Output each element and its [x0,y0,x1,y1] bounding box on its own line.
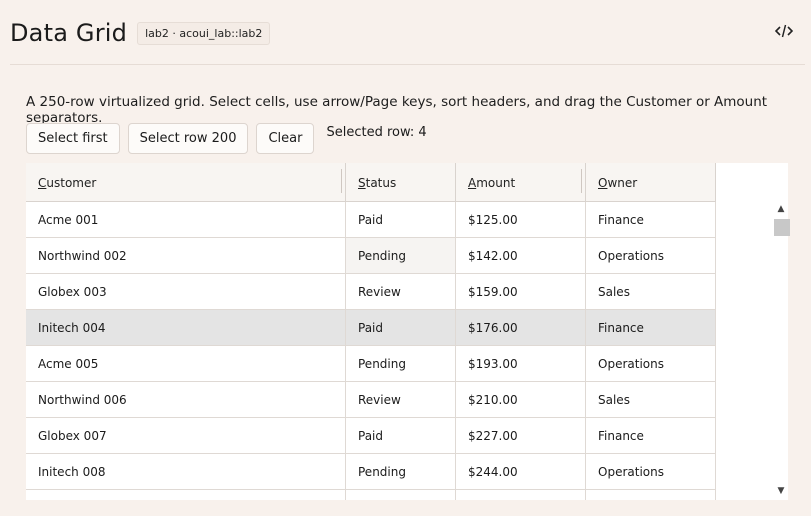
cell-status[interactable]: Review [346,382,456,417]
view-source-button[interactable] [773,20,795,42]
header-divider [10,64,805,65]
cell-status[interactable]: Pending [346,238,456,273]
lab-badge: lab2 · acoui_lab::lab2 [137,21,271,45]
table-row[interactable]: Globex 003 Review $159.00 Sales [26,274,716,310]
page-header: Data Grid lab2 · acoui_lab::lab2 [10,14,805,52]
cell-amount[interactable]: $244.00 [456,454,586,489]
cell-owner[interactable]: Finance [586,202,716,237]
scroll-down-arrow[interactable]: ▼ [772,486,790,498]
grid-scrollbar[interactable]: ▲ ▼ [772,200,790,500]
cell-owner[interactable]: Operations [586,346,716,381]
page-title: Data Grid [10,19,128,47]
cell-customer[interactable] [26,490,346,500]
select-row-200-button[interactable]: Select row 200 [127,123,249,154]
scrollbar-thumb[interactable] [774,219,790,236]
grid-body: Acme 001 Paid $125.00 Finance Northwind 002 P… [26,202,716,500]
cell-customer[interactable]: Globex 003 [26,274,346,309]
clear-button[interactable]: Clear [256,123,315,154]
cell-customer[interactable]: Globex 007 [26,418,346,453]
cell-amount[interactable]: $159.00 [456,274,586,309]
table-row[interactable]: Acme 001 Paid $125.00 Finance [26,202,716,238]
column-header-customer[interactable]: Customer [26,163,346,202]
grid-description: A 250-row virtualized grid. Select cells… [26,94,768,126]
cell-owner[interactable]: Finance [586,418,716,453]
selected-row-status: Selected row: 4 [326,125,427,140]
cell-customer[interactable]: Acme 005 [26,346,346,381]
select-first-button[interactable]: Select first [26,123,120,154]
cell-owner[interactable]: Finance [586,310,716,345]
code-icon [775,24,793,38]
cell-status[interactable]: Pending [346,454,456,489]
cell-customer[interactable]: Northwind 002 [26,238,346,273]
cell-owner[interactable]: Sales [586,274,716,309]
table-row[interactable]: Globex 007 Paid $227.00 Finance [26,418,716,454]
cell-status[interactable]: Review [346,274,456,309]
cell-owner[interactable] [586,490,716,500]
cell-status[interactable]: Paid [346,310,456,345]
cell-owner[interactable]: Operations [586,454,716,489]
toolbar: Select first Select row 200 Clear Select… [26,123,427,154]
cell-amount[interactable]: $210.00 [456,382,586,417]
cell-amount[interactable]: $176.00 [456,310,586,345]
amount-column-resize-handle[interactable] [581,169,582,193]
table-row[interactable]: Northwind 006 Review $210.00 Sales [26,382,716,418]
column-header-amount[interactable]: Amount [456,163,586,202]
cell-customer[interactable]: Initech 008 [26,454,346,489]
cell-status[interactable]: Paid [346,202,456,237]
cell-amount[interactable]: $125.00 [456,202,586,237]
cell-customer[interactable]: Initech 004 [26,310,346,345]
cell-amount[interactable]: $142.00 [456,238,586,273]
cell-amount[interactable] [456,490,586,500]
table-row[interactable] [26,490,716,500]
cell-status[interactable]: Paid [346,418,456,453]
column-header-status[interactable]: Status [346,163,456,202]
cell-amount[interactable]: $227.00 [456,418,586,453]
scroll-up-arrow[interactable]: ▲ [772,204,790,216]
table-row[interactable]: Initech 004 Paid $176.00 Finance [26,310,716,346]
table-row[interactable]: Northwind 002 Pending $142.00 Operations [26,238,716,274]
cell-amount[interactable]: $193.00 [456,346,586,381]
cell-owner[interactable]: Sales [586,382,716,417]
data-grid[interactable]: Customer Status Amount Owner Acme 001 Pai… [26,163,788,500]
cell-customer[interactable]: Northwind 006 [26,382,346,417]
table-row[interactable]: Initech 008 Pending $244.00 Operations [26,454,716,490]
cell-status[interactable] [346,490,456,500]
cell-status[interactable]: Pending [346,346,456,381]
customer-column-resize-handle[interactable] [341,169,342,193]
column-header-owner[interactable]: Owner [586,163,716,202]
cell-owner[interactable]: Operations [586,238,716,273]
grid-header: Customer Status Amount Owner [26,163,716,202]
cell-customer[interactable]: Acme 001 [26,202,346,237]
table-row[interactable]: Acme 005 Pending $193.00 Operations [26,346,716,382]
